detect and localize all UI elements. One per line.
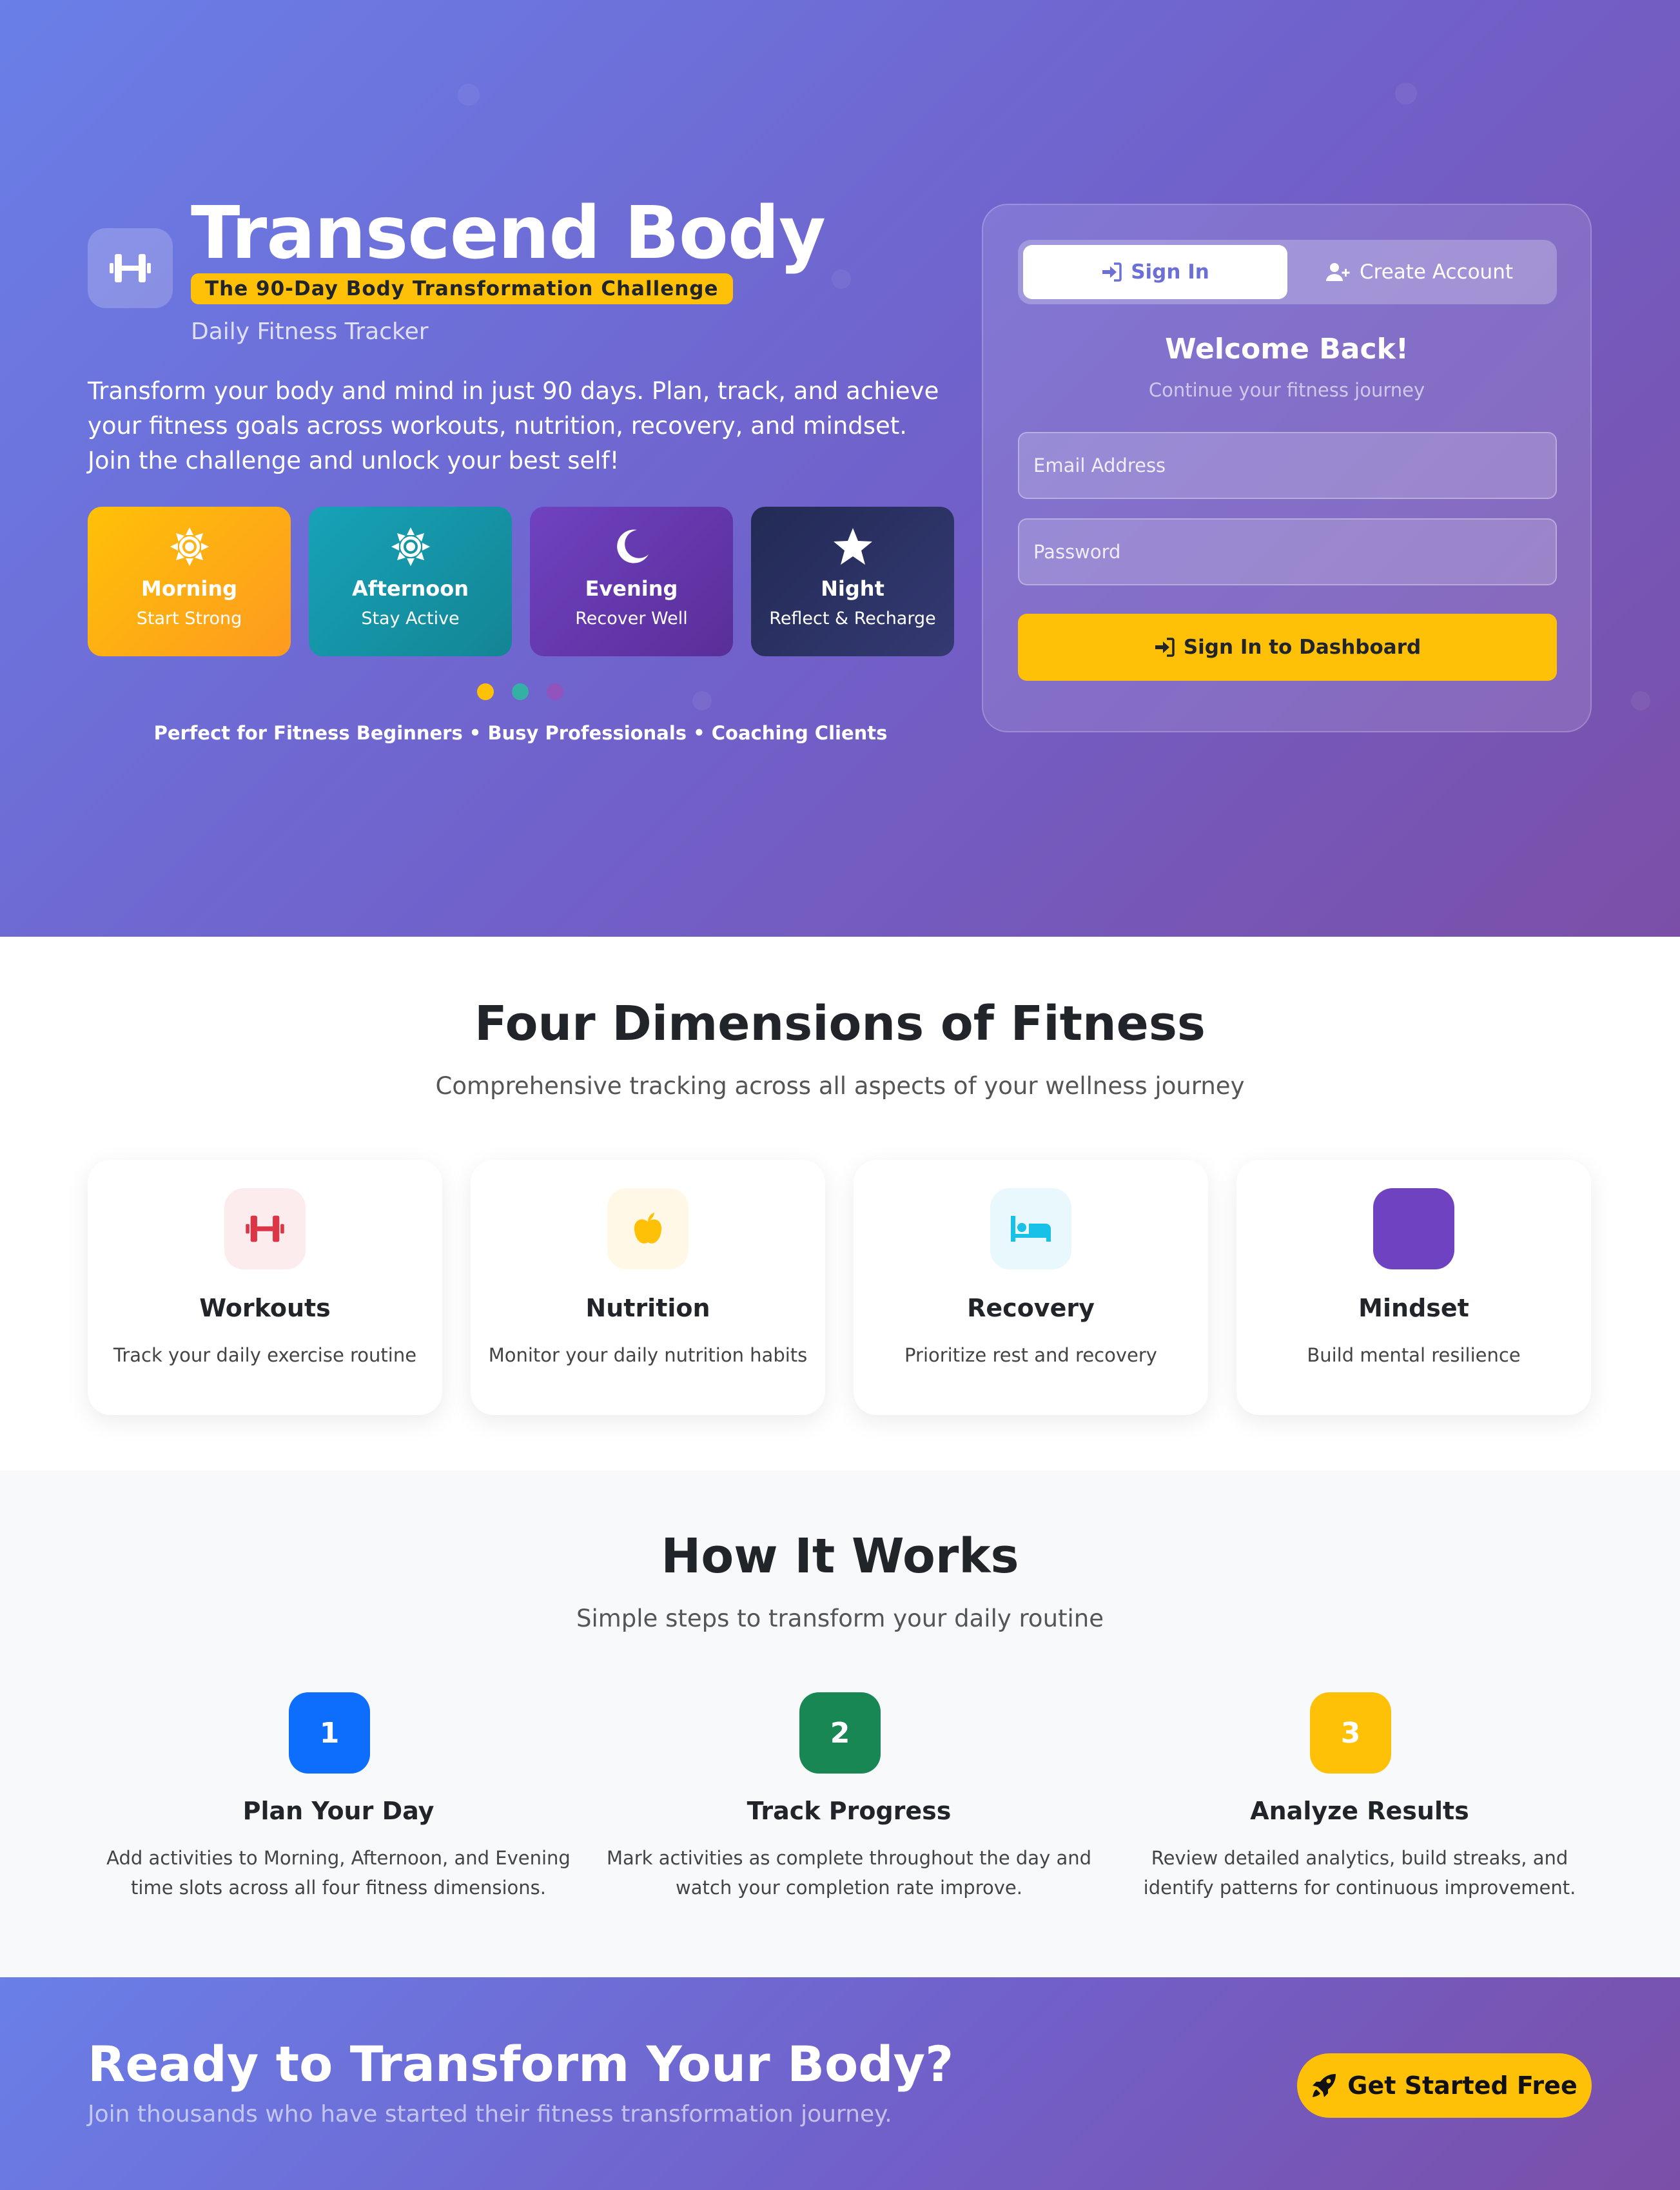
brand-title: Transcend Body <box>191 191 826 275</box>
time-slots: Morning Start Strong Afternoon Stay Acti… <box>88 507 954 656</box>
dimension-description: Track your daily exercise routine <box>113 1344 417 1366</box>
section-subtitle: Simple steps to transform your daily rou… <box>576 1605 1104 1632</box>
carousel-dot[interactable] <box>512 683 529 700</box>
carousel-indicators <box>477 683 563 700</box>
hero-description: Transform your body and mind in just 90 … <box>88 377 939 474</box>
step-plan: 1 Plan Your Day Add activities to Mornin… <box>88 1692 589 1924</box>
step-description: Add activities to Morning, Afternoon, an… <box>106 1847 571 1899</box>
cta-section: Ready to Transform Your Body? Join thous… <box>0 1977 1680 2190</box>
auth-subtitle: Continue your fitness journey <box>1148 379 1425 401</box>
decorative-dot <box>1631 691 1650 710</box>
how-it-works-section: How It Works Simple steps to transform y… <box>0 1471 1680 1977</box>
get-started-label: Get Started Free <box>1347 2071 1577 2100</box>
apple-icon <box>634 1213 662 1244</box>
step-analyze: 3 Analyze Results Review detailed analyt… <box>1109 1692 1610 1924</box>
slot-subtitle: Recover Well <box>575 609 688 629</box>
step-number: 1 <box>289 1692 370 1774</box>
tab-label: Sign In <box>1131 260 1209 284</box>
tab-label: Create Account <box>1359 260 1514 284</box>
slot-title: Evening <box>585 576 678 601</box>
sign-in-icon <box>1155 638 1175 657</box>
auth-title: Welcome Back! <box>1165 333 1409 366</box>
carousel-dot[interactable] <box>547 683 563 700</box>
dimension-description: Build mental resilience <box>1307 1344 1521 1366</box>
section-title: How It Works <box>661 1529 1019 1584</box>
brand-subtitle: Daily Fitness Tracker <box>191 318 429 345</box>
dumbbell-icon <box>110 254 151 282</box>
dimension-title: Nutrition <box>585 1294 710 1322</box>
slot-card-morning: Morning Start Strong <box>88 507 291 656</box>
section-title: Four Dimensions of Fitness <box>474 996 1206 1051</box>
cta-subtitle: Join thousands who have started their fi… <box>88 2101 892 2127</box>
step-track: 2 Track Progress Mark activities as comp… <box>598 1692 1100 1924</box>
logo <box>88 228 173 308</box>
slot-card-evening: Evening Recover Well <box>530 507 733 656</box>
steps-list: 1 Plan Your Day Add activities to Mornin… <box>88 1692 1610 1924</box>
tab-create-account[interactable]: Create Account <box>1287 245 1552 299</box>
decorative-dot <box>1395 83 1417 104</box>
dimension-title: Workouts <box>199 1294 331 1322</box>
dimension-icon-box <box>607 1188 689 1269</box>
decorative-dot <box>832 269 851 289</box>
dimension-cards: Workouts Track your daily exercise routi… <box>88 1160 1591 1415</box>
step-title: Analyze Results <box>1250 1797 1469 1825</box>
dimension-title: Recovery <box>967 1294 1095 1322</box>
dimension-description: Prioritize rest and recovery <box>904 1344 1157 1366</box>
decorative-dot <box>458 84 480 106</box>
bed-icon <box>1011 1216 1051 1242</box>
auth-card: Sign In Create Account Welcome Back! Con… <box>982 204 1592 732</box>
rocket-icon <box>1313 2074 1336 2097</box>
audience-tagline: Perfect for Fitness Beginners • Busy Pro… <box>153 722 888 744</box>
star-icon <box>833 528 872 565</box>
step-number: 3 <box>1310 1692 1391 1774</box>
password-field[interactable] <box>1018 518 1557 585</box>
challenge-badge: The 90-Day Body Transformation Challenge <box>191 273 733 304</box>
slot-title: Morning <box>141 576 238 601</box>
dimension-icon-box <box>224 1188 306 1269</box>
dimension-title: Mindset <box>1358 1294 1469 1322</box>
get-started-button[interactable]: Get Started Free <box>1297 2053 1592 2118</box>
moon-icon <box>616 529 649 563</box>
dimensions-section: Four Dimensions of Fitness Comprehensive… <box>0 937 1680 1471</box>
decorative-dot <box>692 691 712 710</box>
slot-subtitle: Start Strong <box>136 609 242 629</box>
section-subtitle: Comprehensive tracking across all aspect… <box>435 1072 1245 1100</box>
brain-icon <box>1373 1188 1454 1269</box>
sun-icon <box>170 527 209 566</box>
dimension-description: Monitor your daily nutrition habits <box>488 1344 808 1366</box>
step-number: 2 <box>799 1692 881 1774</box>
email-field[interactable] <box>1018 432 1557 499</box>
step-description: Review detailed analytics, build streaks… <box>1143 1847 1576 1899</box>
dimension-card-mindset[interactable]: Mindset Build mental resilience <box>1236 1160 1591 1415</box>
slot-title: Afternoon <box>352 576 469 601</box>
sign-in-button-label: Sign In to Dashboard <box>1183 636 1421 659</box>
cta-title: Ready to Transform Your Body? <box>88 2035 954 2093</box>
sun-icon <box>391 527 430 566</box>
hero-section: Transcend Body The 90-Day Body Transform… <box>0 0 1680 937</box>
step-description: Mark activities as complete throughout t… <box>606 1847 1092 1899</box>
dimension-card-nutrition[interactable]: Nutrition Monitor your daily nutrition h… <box>471 1160 825 1415</box>
step-title: Plan Your Day <box>242 1797 435 1825</box>
brand: Transcend Body The 90-Day Body Transform… <box>88 191 826 345</box>
slot-title: Night <box>821 576 884 601</box>
carousel-dot[interactable] <box>477 683 494 700</box>
slot-subtitle: Stay Active <box>361 609 460 629</box>
dimension-card-workouts[interactable]: Workouts Track your daily exercise routi… <box>88 1160 442 1415</box>
slot-subtitle: Reflect & Recharge <box>769 609 936 629</box>
dumbbell-icon <box>246 1215 284 1242</box>
sign-in-icon <box>1102 262 1122 282</box>
slot-card-night: Night Reflect & Recharge <box>751 507 954 656</box>
sign-in-button[interactable]: Sign In to Dashboard <box>1018 614 1557 681</box>
dimension-icon-box <box>990 1188 1071 1269</box>
tab-sign-in[interactable]: Sign In <box>1023 245 1287 299</box>
step-title: Track Progress <box>747 1797 952 1825</box>
auth-tabs: Sign In Create Account <box>1018 240 1557 304</box>
slot-card-afternoon: Afternoon Stay Active <box>309 507 512 656</box>
user-plus-icon <box>1325 263 1350 281</box>
dimension-card-recovery[interactable]: Recovery Prioritize rest and recovery <box>854 1160 1208 1415</box>
